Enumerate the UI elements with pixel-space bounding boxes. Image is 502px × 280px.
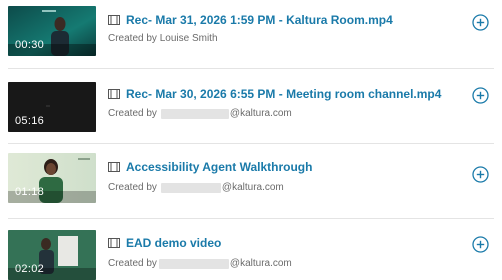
entry-creator: Created by @kaltura.com (108, 108, 292, 119)
row-divider (8, 68, 494, 69)
video-thumbnail[interactable]: 02:02 (8, 230, 96, 280)
created-by-label: Created by (108, 258, 157, 269)
video-duration: 00:30 (15, 39, 45, 51)
entry-title-link[interactable]: Rec- Mar 31, 2026 1:59 PM - Kaltura Room… (126, 13, 393, 27)
film-icon (108, 238, 120, 248)
entry-title-link[interactable]: Rec- Mar 30, 2026 6:55 PM - Meeting room… (126, 87, 441, 101)
media-entry-row: 01:18 Accessibility Agent Walkthrough Cr… (0, 153, 502, 217)
add-entry-button[interactable] (472, 87, 489, 104)
video-duration: 05:16 (15, 115, 45, 127)
entry-title-line: Accessibility Agent Walkthrough (108, 159, 312, 175)
redacted-creator-name (160, 108, 229, 119)
created-by-label: Created by (108, 182, 157, 193)
creator-email-domain: @kaltura.com (221, 182, 284, 193)
created-by-label: Created by (108, 33, 157, 44)
entry-creator: Created by @kaltura.com (108, 258, 292, 269)
film-icon (108, 89, 120, 99)
video-thumbnail[interactable]: 00:30 (8, 6, 96, 56)
media-entry-row: 05:16 Rec- Mar 30, 2026 6:55 PM - Meetin… (0, 78, 502, 142)
entry-title-line: EAD demo video (108, 235, 221, 251)
creator-email-domain: @kaltura.com (229, 108, 292, 119)
video-thumbnail[interactable]: 01:18 (8, 153, 96, 203)
entry-title-link[interactable]: EAD demo video (126, 236, 221, 250)
redacted-creator-name (158, 258, 229, 269)
add-entry-button[interactable] (472, 236, 489, 253)
row-divider (8, 143, 494, 144)
row-divider (8, 218, 494, 219)
creator-name: Louise Smith (159, 33, 218, 44)
creator-email-domain: @kaltura.com (229, 258, 292, 269)
created-by-label: Created by (108, 108, 157, 119)
video-thumbnail[interactable]: 05:16 (8, 82, 96, 132)
video-duration: 02:02 (15, 263, 45, 275)
add-entry-button[interactable] (472, 14, 489, 31)
film-icon (108, 15, 120, 25)
video-duration: 01:18 (15, 186, 45, 198)
entry-title-link[interactable]: Accessibility Agent Walkthrough (126, 160, 312, 174)
entry-creator: Created by @kaltura.com (108, 182, 284, 193)
entry-creator: Created by Louise Smith (108, 33, 218, 44)
redacted-creator-name (160, 182, 221, 193)
media-entry-row: 00:30 Rec- Mar 31, 2026 1:59 PM - Kaltur… (0, 1, 502, 65)
media-entry-list: 00:30 Rec- Mar 31, 2026 1:59 PM - Kaltur… (0, 0, 502, 280)
film-icon (108, 162, 120, 172)
entry-title-line: Rec- Mar 31, 2026 1:59 PM - Kaltura Room… (108, 12, 393, 28)
add-entry-button[interactable] (472, 166, 489, 183)
media-entry-row: 02:02 EAD demo video Created by @kaltura… (0, 228, 502, 280)
entry-title-line: Rec- Mar 30, 2026 6:55 PM - Meeting room… (108, 86, 441, 102)
